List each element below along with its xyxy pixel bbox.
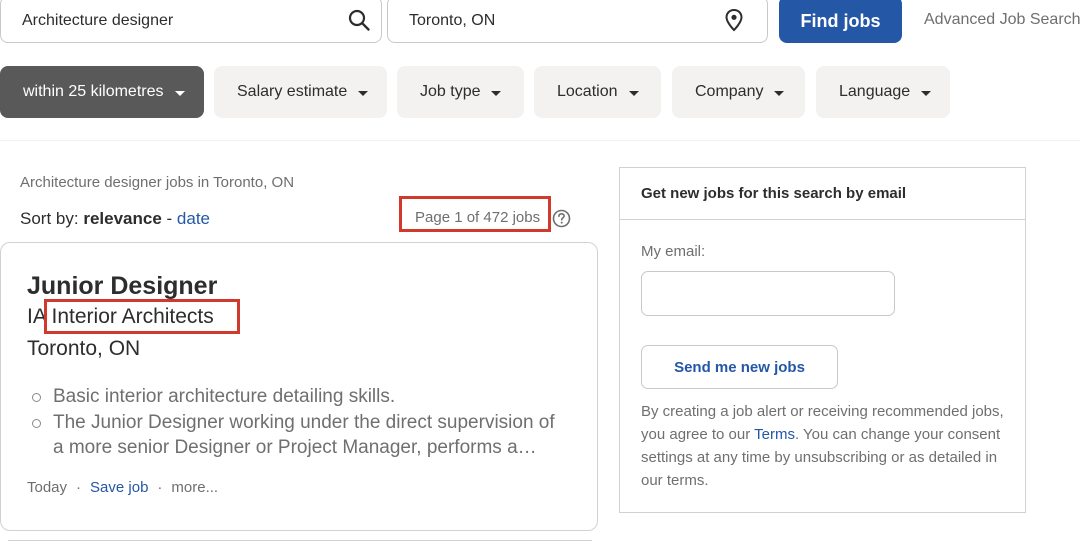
job-snippet: Basic interior architecture detailing sk… bbox=[27, 384, 567, 461]
footer-dot: · bbox=[76, 479, 82, 496]
find-jobs-button[interactable]: Find jobs bbox=[779, 0, 902, 43]
header-divider bbox=[0, 140, 1080, 141]
posted-date: Today bbox=[27, 479, 68, 496]
caret-down-icon bbox=[491, 90, 502, 96]
sort-separator: - bbox=[166, 209, 173, 228]
search-icon[interactable] bbox=[347, 8, 371, 37]
email-field[interactable] bbox=[641, 271, 895, 316]
alert-header: Get new jobs for this search by email bbox=[620, 168, 1025, 220]
snippet-item: The Junior Designer working under the di… bbox=[27, 410, 567, 461]
filter-salary-label: Salary estimate bbox=[237, 83, 348, 100]
caret-down-icon bbox=[628, 90, 639, 96]
page-count: Page 1 of 472 jobs bbox=[399, 196, 551, 232]
job-location: Toronto, ON bbox=[27, 337, 141, 360]
job-title[interactable]: Junior Designer bbox=[27, 272, 217, 301]
send-new-jobs-button[interactable]: Send me new jobs bbox=[641, 345, 838, 389]
search-bar: Architecture designer Toronto, ON Find j… bbox=[0, 0, 1080, 44]
terms-link[interactable]: Terms bbox=[754, 426, 795, 443]
filter-distance-label: within 25 kilometres bbox=[23, 83, 164, 100]
filter-distance[interactable]: within 25 kilometres bbox=[0, 66, 204, 118]
caret-down-icon bbox=[174, 90, 185, 96]
company-prefix: IA bbox=[27, 305, 46, 328]
snippet-item: Basic interior architecture detailing sk… bbox=[27, 384, 567, 410]
email-label: My email: bbox=[641, 243, 706, 260]
filter-salary[interactable]: Salary estimate bbox=[214, 66, 387, 118]
results-breadcrumb: Architecture designer jobs in Toronto, O… bbox=[20, 174, 295, 191]
footer-dot: · bbox=[157, 479, 163, 496]
location-pin-icon bbox=[724, 8, 744, 37]
advanced-search-link[interactable]: Advanced Job Search bbox=[924, 11, 1080, 29]
job-alert-panel: Get new jobs for this search by email My… bbox=[619, 167, 1026, 513]
sort-control: Sort by: relevance - date bbox=[20, 209, 210, 229]
where-search-field[interactable]: Toronto, ON bbox=[387, 0, 768, 43]
alert-legal-text: By creating a job alert or receiving rec… bbox=[641, 400, 1007, 492]
sort-prefix: Sort by: bbox=[20, 209, 79, 228]
job-card[interactable]: Junior Designer IA Interior Architects T… bbox=[0, 242, 598, 531]
company-highlight-box bbox=[44, 299, 240, 334]
more-link[interactable]: more... bbox=[171, 479, 218, 496]
where-search-value[interactable]: Toronto, ON bbox=[409, 12, 495, 30]
filter-bar: within 25 kilometres Salary estimate Job… bbox=[0, 66, 1080, 118]
save-job-link[interactable]: Save job bbox=[90, 479, 148, 496]
sort-date-link[interactable]: date bbox=[177, 209, 210, 228]
sort-relevance: relevance bbox=[83, 209, 162, 228]
caret-down-icon bbox=[921, 90, 932, 96]
filter-location-label: Location bbox=[557, 83, 618, 100]
filter-job-type[interactable]: Job type bbox=[397, 66, 524, 118]
what-search-field[interactable]: Architecture designer bbox=[0, 0, 382, 43]
filter-company[interactable]: Company bbox=[672, 66, 805, 118]
filter-location[interactable]: Location bbox=[534, 66, 661, 118]
caret-down-icon bbox=[774, 90, 785, 96]
filter-language-label: Language bbox=[839, 83, 911, 100]
filter-company-label: Company bbox=[695, 83, 764, 100]
caret-down-icon bbox=[358, 90, 369, 96]
filter-job-type-label: Job type bbox=[420, 83, 481, 100]
help-circle-icon[interactable] bbox=[552, 209, 571, 233]
what-search-value[interactable]: Architecture designer bbox=[22, 12, 173, 30]
filter-language[interactable]: Language bbox=[816, 66, 950, 118]
job-card-footer: Today · Save job · more... bbox=[27, 479, 218, 496]
